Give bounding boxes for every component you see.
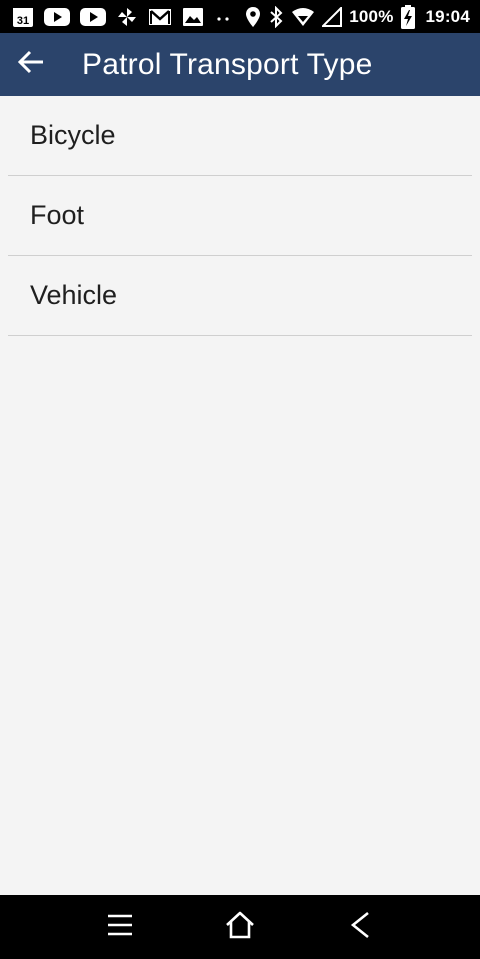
list-item-label: Bicycle: [30, 120, 116, 150]
list-item-label: Vehicle: [30, 280, 118, 310]
page-title: Patrol Transport Type: [82, 47, 373, 81]
transport-type-list: Bicycle Foot Vehicle: [0, 96, 480, 336]
clock: 19:04: [425, 6, 470, 26]
pinwheel-icon: [116, 5, 138, 29]
menu-button[interactable]: [90, 897, 150, 957]
photos-icon: [182, 5, 204, 29]
menu-icon: [106, 912, 134, 943]
signal-icon: [322, 5, 343, 29]
location-icon: [245, 5, 261, 29]
wifi-icon: [291, 5, 315, 29]
list-item-bicycle[interactable]: Bicycle: [8, 96, 472, 176]
home-icon: [224, 910, 256, 945]
bluetooth-icon: [268, 5, 284, 29]
status-bar: 31 100% 19:04: [0, 0, 480, 33]
more-dots-icon: [214, 5, 232, 29]
calendar-day: 31: [17, 15, 29, 27]
calendar-icon: 31: [12, 5, 34, 29]
youtube-icon: [44, 5, 70, 29]
list-item-foot[interactable]: Foot: [8, 176, 472, 256]
system-back-button[interactable]: [330, 897, 390, 957]
list-item-vehicle[interactable]: Vehicle: [8, 256, 472, 336]
youtube-icon: [80, 5, 106, 29]
arrow-back-icon: [16, 47, 46, 82]
status-system: 100% 19:04: [245, 4, 470, 29]
back-button[interactable]: [0, 33, 62, 96]
back-chevron-icon: [348, 910, 372, 945]
list-item-label: Foot: [30, 200, 85, 230]
home-button[interactable]: [210, 897, 270, 957]
navigation-bar: [0, 895, 480, 959]
app-bar: Patrol Transport Type: [0, 33, 480, 96]
gmail-icon: [148, 5, 172, 29]
battery-charging-icon: [400, 4, 415, 29]
status-notifications: 31: [12, 5, 232, 29]
battery-level: 100%: [349, 6, 394, 26]
